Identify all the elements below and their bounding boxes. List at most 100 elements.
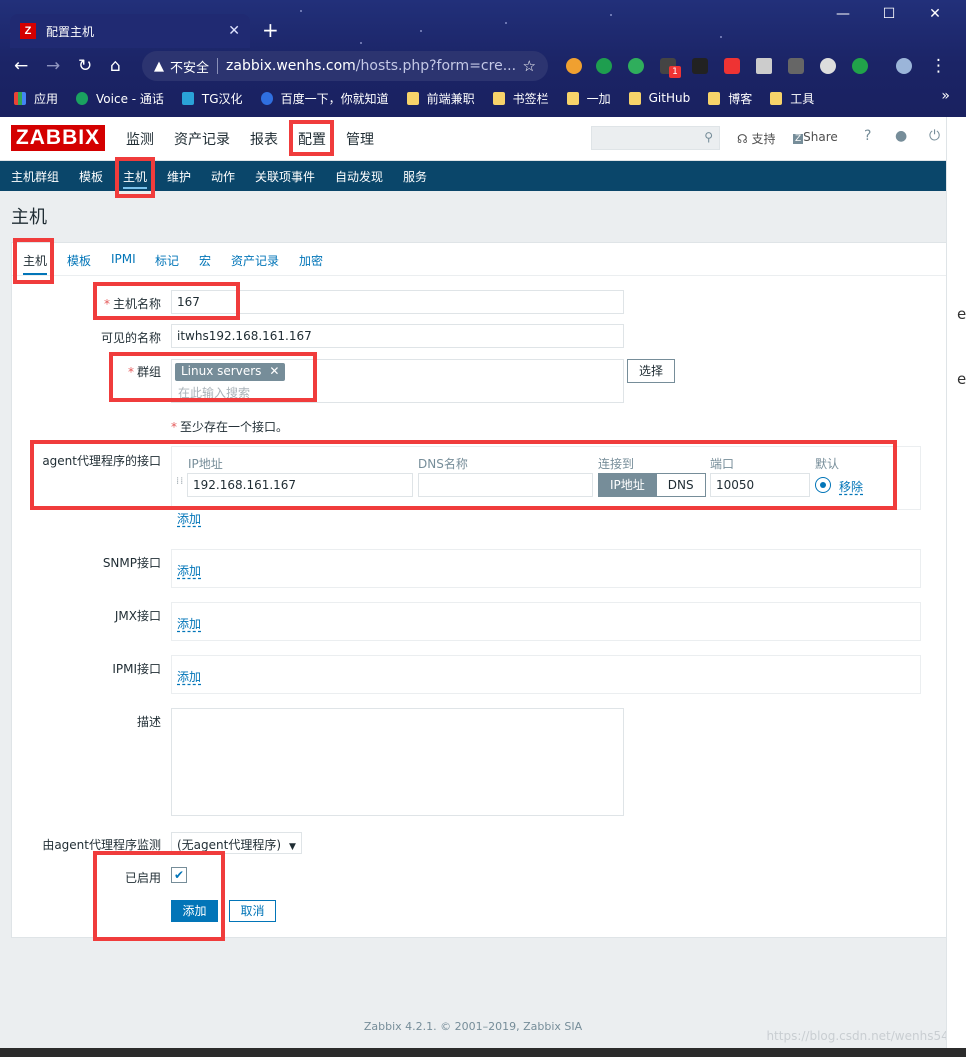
tab-macros[interactable]: 宏 [199, 252, 211, 269]
search-input[interactable]: ⚲ [591, 126, 720, 150]
tab-templates[interactable]: 模板 [67, 252, 91, 269]
add-jmx-interface-link[interactable]: 添加 [177, 615, 201, 632]
folder-icon [406, 91, 419, 105]
address-bar: ← → ↻ ⌂ ▲ 不安全 zabbix.wenhs.com/hosts.php… [0, 48, 966, 84]
extension-badge: 1 [669, 66, 681, 78]
folder-icon [566, 91, 579, 105]
bookmark-item[interactable]: Voice - 通话 [76, 90, 164, 107]
share-link[interactable]: Z Share [793, 130, 838, 144]
description-label: 描述 [136, 715, 161, 729]
bookmark-item[interactable]: TG汉化 [181, 90, 243, 107]
ipmi-label: IPMI接口 [112, 662, 161, 676]
bookmark-star-icon[interactable]: ☆ [523, 57, 536, 75]
chevron-double-right-icon[interactable]: » [941, 88, 950, 104]
menu-administration[interactable]: 管理 [346, 129, 374, 149]
page-title: 主机 [11, 207, 47, 228]
folder-icon [492, 91, 505, 105]
highlight-box [93, 282, 240, 320]
user-icon[interactable]: ● [895, 128, 907, 144]
submenu-correlation[interactable]: 关联项事件 [255, 168, 315, 185]
select-groups-button[interactable]: 选择 [627, 359, 675, 383]
add-snmp-interface-link[interactable]: 添加 [177, 562, 201, 579]
menu-monitoring[interactable]: 监测 [126, 129, 154, 149]
tab-tags[interactable]: 标记 [155, 252, 179, 269]
visible-name-input[interactable]: itwhs192.168.161.167 [171, 324, 624, 348]
submenu-maintenance[interactable]: 维护 [167, 168, 191, 185]
folder-icon [770, 91, 783, 105]
zabbix-logo[interactable]: ZABBIX [11, 125, 105, 151]
reload-icon[interactable]: ↻ [78, 56, 92, 76]
snmp-label: SNMP接口 [102, 556, 161, 570]
cancel-button[interactable]: 取消 [229, 900, 276, 922]
jmx-label: JMX接口 [114, 609, 161, 623]
power-icon[interactable]: ⏻ [929, 128, 940, 144]
menu-inventory[interactable]: 资产记录 [174, 129, 230, 149]
warning-icon: ▲ [154, 58, 164, 74]
submenu-templates[interactable]: 模板 [79, 168, 103, 185]
forward-icon[interactable]: → [46, 56, 60, 76]
bookmark-folder[interactable]: GitHub [628, 91, 690, 105]
form-tabs: 主机 模板 IPMI 标记 宏 资产记录 加密 [12, 243, 946, 276]
bookmarks-bar: 应用 Voice - 通话 TG汉化 百度一下，你就知道 前端兼职 书签栏 一加… [0, 84, 966, 112]
bookmark-folder[interactable]: 博客 [708, 90, 752, 107]
menu-reports[interactable]: 报表 [250, 129, 278, 149]
url-input[interactable]: ▲ 不安全 zabbix.wenhs.com/hosts.php?form=cr… [142, 51, 548, 81]
extension-icon[interactable] [596, 58, 612, 74]
tab-inventory[interactable]: 资产记录 [231, 252, 279, 269]
chevron-down-icon: ▼ [289, 842, 296, 852]
extension-icon[interactable] [852, 58, 868, 74]
bookmark-item[interactable]: 百度一下，你就知道 [260, 90, 389, 107]
highlight-box [93, 851, 225, 941]
share-z-icon: Z [793, 134, 804, 144]
url-text: zabbix.wenhs.com/hosts.php?form=cre... [226, 58, 517, 74]
bookmark-folder[interactable]: 工具 [770, 90, 814, 107]
extension-icon[interactable] [756, 58, 772, 74]
minimize-icon[interactable]: — [820, 6, 866, 22]
add-agent-interface-link[interactable]: 添加 [177, 510, 201, 527]
extension-icon[interactable] [724, 58, 740, 74]
browser-tab[interactable]: Z 配置主机 ✕ [10, 14, 250, 48]
home-icon[interactable]: ⌂ [110, 56, 121, 76]
background-window-strip: e e [946, 117, 966, 1057]
browser-chrome: Z 配置主机 ✕ + — ☐ ✕ ← → ↻ ⌂ ▲ 不安全 zabbix.we… [0, 0, 966, 117]
add-ipmi-interface-link[interactable]: 添加 [177, 668, 201, 685]
bookmark-item[interactable]: 应用 [14, 90, 58, 107]
help-icon[interactable]: ? [864, 128, 871, 144]
submenu-actions[interactable]: 动作 [211, 168, 235, 185]
back-icon[interactable]: ← [14, 56, 28, 76]
watermark: https://blog.csdn.net/wenhs5479 [766, 1029, 964, 1043]
highlight-box [115, 157, 155, 198]
tab-ipmi[interactable]: IPMI [111, 252, 136, 266]
highlight-box [13, 238, 54, 284]
submenu-host-groups[interactable]: 主机群组 [11, 168, 59, 185]
window-close-icon[interactable]: ✕ [912, 6, 958, 22]
snmp-interface-box [171, 549, 921, 588]
bookmark-folder[interactable]: 一加 [566, 90, 611, 107]
jmx-interface-box [171, 602, 921, 641]
support-link[interactable]: ☊ 支持 [737, 130, 776, 147]
close-icon[interactable]: ✕ [228, 23, 240, 39]
ipmi-interface-box [171, 655, 921, 694]
submenu-services[interactable]: 服务 [403, 168, 427, 185]
apps-icon [14, 91, 26, 105]
security-label: 不安全 [170, 60, 210, 76]
extension-icon[interactable] [692, 58, 708, 74]
baidu-icon [260, 91, 273, 105]
description-textarea[interactable] [171, 708, 624, 816]
menu-kebab-icon[interactable]: ⋮ [930, 56, 947, 76]
submenu-discovery[interactable]: 自动发现 [335, 168, 383, 185]
profile-avatar[interactable] [896, 58, 912, 74]
maximize-icon[interactable]: ☐ [866, 6, 912, 22]
extension-icon[interactable] [566, 58, 582, 74]
extension-icon[interactable] [628, 58, 644, 74]
bookmark-folder[interactable]: 前端兼职 [406, 90, 475, 107]
bookmark-folder[interactable]: 书签栏 [492, 90, 549, 107]
extension-icon[interactable] [820, 58, 836, 74]
new-tab-icon[interactable]: + [262, 18, 279, 42]
interface-note: * 至少存在一个接口。 [171, 420, 289, 434]
highlight-box [30, 440, 897, 510]
headset-icon: ☊ [737, 132, 748, 146]
tab-encryption[interactable]: 加密 [299, 252, 323, 269]
extension-icon[interactable] [788, 58, 804, 74]
taskbar-strip [0, 1048, 966, 1057]
